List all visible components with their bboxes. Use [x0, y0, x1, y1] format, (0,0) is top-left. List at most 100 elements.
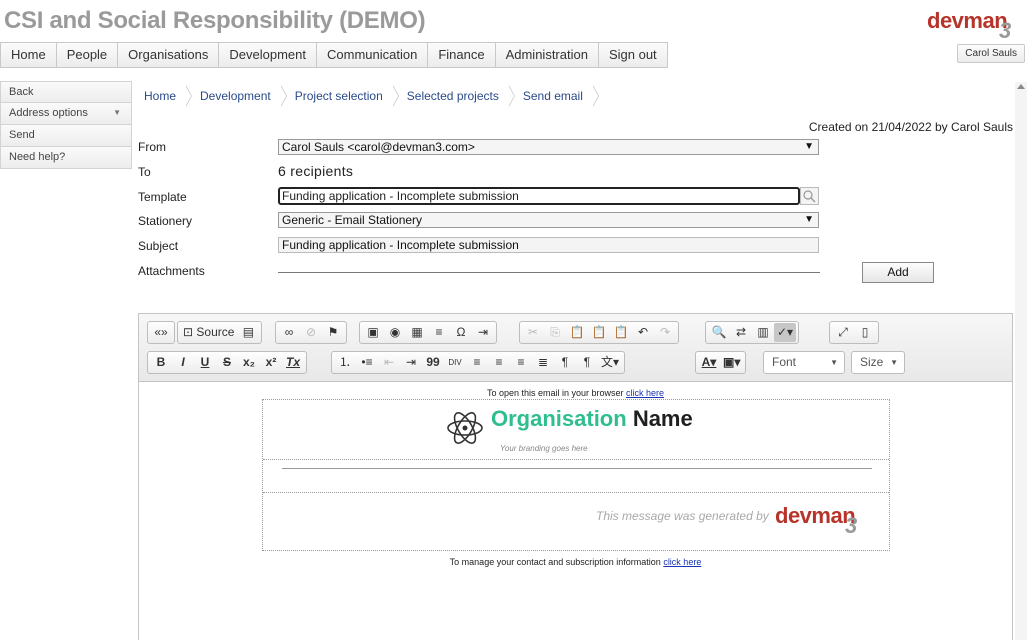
align-center-icon[interactable]: ≡	[488, 353, 510, 372]
bg-color-icon[interactable]: ▣▾	[720, 353, 743, 372]
indent-icon[interactable]: ⇥	[400, 353, 422, 372]
sidebar-item-send[interactable]: Send	[0, 125, 132, 147]
attachments-label: Attachments	[138, 264, 205, 278]
toolbar-group-document: ⊡ Source ▤	[177, 321, 263, 344]
outdent-icon[interactable]: ⇤	[378, 353, 400, 372]
unlink-icon[interactable]: ⊘	[300, 323, 322, 342]
italic-icon[interactable]: I	[172, 353, 194, 372]
app-title: CSI and Social Responsibility (DEMO)	[4, 7, 426, 34]
open-browser-link[interactable]: click here	[626, 388, 664, 398]
toolbar-group-basic: B I U S x₂ x² Tx	[147, 351, 307, 374]
breadcrumb-home[interactable]: Home	[136, 85, 193, 107]
remove-format-icon[interactable]: Tx	[282, 353, 304, 372]
link-icon[interactable]: ∞	[278, 323, 300, 342]
chevron-down-icon: ▼	[890, 358, 898, 367]
breadcrumb-development[interactable]: Development	[192, 85, 287, 107]
body-divider	[282, 468, 872, 469]
generated-by-text: This message was generated by	[596, 509, 769, 523]
anchor-icon[interactable]: ⚑	[322, 323, 344, 342]
div-icon[interactable]: DIV	[444, 353, 466, 372]
manage-subscription-link[interactable]: click here	[663, 557, 701, 567]
paste-text-icon[interactable]: 📋	[588, 323, 610, 342]
organisation-name-second: Name	[632, 406, 693, 431]
chevron-down-icon: ▼	[113, 108, 121, 117]
sidebar: Back Address options ▼ Send Need help?	[0, 81, 132, 169]
special-char-icon[interactable]: Ω	[450, 323, 472, 342]
breadcrumb-project-selection[interactable]: Project selection	[286, 85, 399, 107]
flash-icon[interactable]: ◉	[384, 323, 406, 342]
rtl-icon[interactable]: ¶	[576, 353, 598, 372]
blockquote-icon[interactable]: 99	[422, 353, 444, 372]
logo-text: devman	[927, 8, 1008, 33]
subscript-icon[interactable]: x₂	[238, 353, 260, 372]
align-left-icon[interactable]: ≡	[466, 353, 488, 372]
bold-icon[interactable]: B	[150, 353, 172, 372]
to-label: To	[138, 165, 151, 179]
copy-icon[interactable]: ⎘	[544, 323, 566, 342]
preview-icon[interactable]: ▤	[237, 323, 259, 342]
menu-communication[interactable]: Communication	[317, 43, 429, 67]
redo-icon[interactable]: ↷	[654, 323, 676, 342]
ltr-icon[interactable]: ¶	[554, 353, 576, 372]
text-color-icon[interactable]: A▾	[698, 353, 720, 372]
align-right-icon[interactable]: ≡	[510, 353, 532, 372]
menu-organisations[interactable]: Organisations	[118, 43, 220, 67]
template-body	[263, 460, 889, 493]
numbered-list-icon[interactable]: ⒈	[334, 353, 356, 372]
image-icon[interactable]: ▣	[362, 323, 384, 342]
horizontal-rule-icon[interactable]: ≡	[428, 323, 450, 342]
paste-word-icon[interactable]: 📋	[610, 323, 632, 342]
menu-sign-out[interactable]: Sign out	[599, 43, 667, 67]
template-tags-icon[interactable]: «»	[150, 323, 172, 342]
branding-tagline: Your branding goes here	[500, 444, 588, 453]
menu-home[interactable]: Home	[1, 43, 57, 67]
template-input[interactable]: Funding application - Incomplete submiss…	[278, 187, 800, 205]
stationery-select[interactable]: Generic - Email Stationery ▼	[278, 212, 819, 228]
show-blocks-icon[interactable]: ▯	[854, 323, 876, 342]
from-select[interactable]: Carol Sauls <carol@devman3.com> ▼	[278, 139, 819, 155]
breadcrumb-send-email[interactable]: Send email	[514, 85, 599, 107]
devman-logo: devman 3	[775, 503, 871, 538]
source-label: Source	[196, 325, 235, 339]
template-footer: This message was generated by devman 3	[263, 493, 889, 550]
sidebar-item-help[interactable]: Need help?	[0, 147, 132, 169]
language-icon[interactable]: 文▾	[598, 353, 622, 372]
manage-text: To manage your contact and subscription …	[449, 557, 661, 567]
sidebar-item-address-options[interactable]: Address options ▼	[0, 103, 132, 125]
user-button[interactable]: Carol Sauls	[957, 44, 1025, 63]
add-attachment-button[interactable]: Add	[862, 262, 934, 283]
page-break-icon[interactable]: ⇥	[472, 323, 494, 342]
font-select[interactable]: Font ▼	[763, 351, 845, 374]
select-all-icon[interactable]: ▥	[752, 323, 774, 342]
strike-icon[interactable]: S	[216, 353, 238, 372]
toolbar-group-tags: «»	[147, 321, 175, 344]
cut-icon[interactable]: ✂	[522, 323, 544, 342]
underline-icon[interactable]: U	[194, 353, 216, 372]
menu-people[interactable]: People	[57, 43, 119, 67]
maximize-icon[interactable]: ⤢	[832, 323, 854, 342]
justify-icon[interactable]: ≣	[532, 353, 554, 372]
breadcrumb-selected-projects[interactable]: Selected projects	[398, 85, 515, 107]
page-scrollbar[interactable]	[1015, 82, 1027, 640]
table-icon[interactable]: ▦	[406, 323, 428, 342]
chevron-down-icon: ▼	[804, 214, 814, 225]
subject-input[interactable]: Funding application - Incomplete submiss…	[278, 237, 819, 253]
paste-icon[interactable]: 📋	[566, 323, 588, 342]
menu-development[interactable]: Development	[219, 43, 317, 67]
spellcheck-icon[interactable]: ✓▾	[774, 323, 797, 342]
superscript-icon[interactable]: x²	[260, 353, 282, 372]
stationery-label: Stationery	[138, 214, 193, 228]
scroll-up-icon[interactable]	[1017, 84, 1025, 89]
replace-icon[interactable]: ⇄	[730, 323, 752, 342]
size-select[interactable]: Size ▼	[851, 351, 905, 374]
search-icon[interactable]	[800, 187, 819, 205]
undo-icon[interactable]: ↶	[632, 323, 654, 342]
source-button[interactable]: ⊡ Source	[180, 323, 237, 342]
bulleted-list-icon[interactable]: •≡	[356, 353, 378, 372]
manage-subscription-line: To manage your contact and subscription …	[139, 557, 1012, 567]
footer-logo-suffix: 3	[845, 513, 858, 538]
menu-finance[interactable]: Finance	[428, 43, 496, 67]
sidebar-item-back[interactable]: Back	[0, 81, 132, 103]
menu-administration[interactable]: Administration	[496, 43, 599, 67]
find-icon[interactable]: 🔍	[708, 323, 730, 342]
